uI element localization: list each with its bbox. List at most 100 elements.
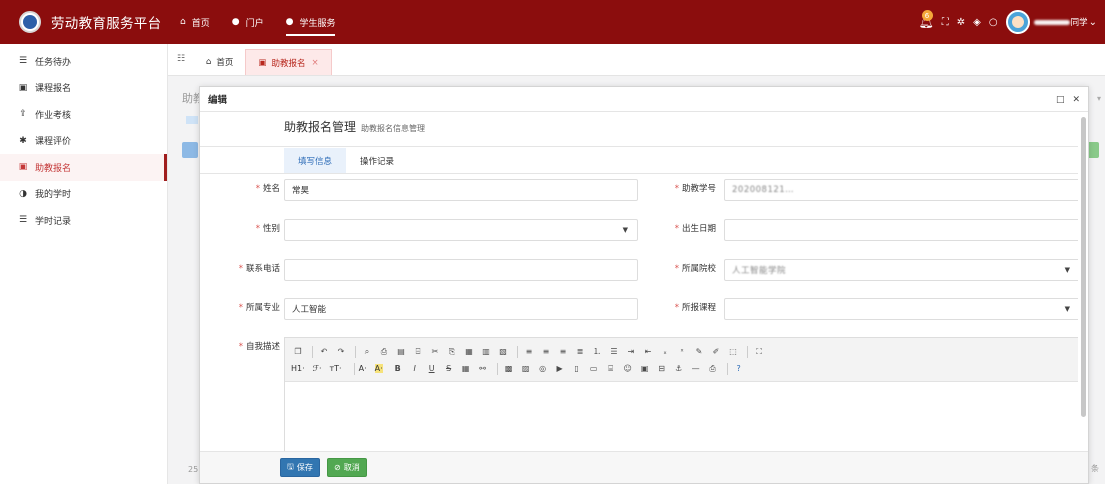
brand[interactable]: 劳动教育服务平台 — [0, 11, 168, 33]
nav-home[interactable]: ⌂ 首页 — [180, 0, 210, 44]
major-label: * 所属专业 — [238, 303, 280, 313]
tab-operation-log[interactable]: 操作记录 — [346, 148, 408, 174]
tab-home[interactable]: ⌂ 首页 — [194, 49, 245, 75]
subscript-icon[interactable]: ₓ — [658, 346, 672, 358]
sidebar-toggle-icon[interactable]: ☷ — [168, 43, 194, 75]
sidebar-item-my-hours[interactable]: ◑ 我的学时 — [0, 181, 167, 208]
font-family-dropdown[interactable]: ℱ· — [313, 364, 322, 373]
copy-icon[interactable]: ⎘ — [445, 346, 459, 358]
app-title: 劳动教育服务平台 — [51, 16, 162, 32]
bell-icon[interactable]: 🔔︎ 6 — [919, 10, 934, 29]
bullet-list-icon[interactable]: ☰ — [607, 346, 621, 358]
redo-icon[interactable]: ↷ — [334, 346, 348, 358]
birth-date-field[interactable] — [724, 219, 1078, 241]
top-nav: ⌂ 首页 ● 门户 ● 学生服务 — [180, 0, 357, 44]
code-icon[interactable]: ⌹ — [411, 346, 425, 358]
strikethrough-icon[interactable]: S — [442, 363, 456, 375]
highlight-dropdown[interactable]: A· — [374, 364, 383, 373]
clear-format-icon[interactable]: ✎ — [692, 346, 706, 358]
emoticon-icon[interactable]: ☺ — [621, 363, 635, 375]
name-field[interactable]: 常昊 — [284, 179, 638, 201]
fullscreen-icon[interactable]: ⛶ — [942, 17, 949, 28]
college-select[interactable]: 人工智能学院 ▼ — [724, 259, 1078, 281]
close-icon[interactable]: × — [311, 58, 318, 68]
undo-icon[interactable]: ↶ — [317, 346, 331, 358]
sidebar-item-homework[interactable]: ⇪ 作业考核 — [0, 101, 167, 128]
horizontal-rule-icon[interactable]: — — [689, 363, 703, 375]
dialog-header[interactable]: 编辑 □ ✕ — [200, 87, 1088, 112]
sidebar-item-tasks[interactable]: ☰ 任务待办 — [0, 48, 167, 75]
insert-code-icon[interactable]: ⌸ — [604, 363, 618, 375]
print-icon[interactable]: ⎙ — [706, 363, 720, 375]
close-icon[interactable]: ✕ — [1072, 95, 1080, 105]
italic-icon[interactable]: I — [408, 363, 422, 375]
link-icon[interactable]: ⚯ — [476, 363, 490, 375]
indent-icon[interactable]: ⇥ — [624, 346, 638, 358]
save-button[interactable]: 🖫︎ 保存 — [280, 458, 320, 477]
align-left-icon[interactable]: ≡ — [522, 346, 536, 358]
paste-icon[interactable]: ▦ — [462, 346, 476, 358]
font-color-dropdown[interactable]: A· — [359, 364, 367, 373]
image-icon[interactable]: ▩ — [502, 363, 516, 375]
source-icon[interactable]: ❐ — [291, 346, 305, 358]
template-icon[interactable]: ▤ — [394, 346, 408, 358]
file-icon[interactable]: ▯ — [570, 363, 584, 375]
translate-icon[interactable]: ✲ — [957, 17, 965, 28]
list-icon: ☰ — [18, 215, 28, 226]
gender-label: * 性别 — [255, 224, 280, 234]
nav-student-service[interactable]: ● 学生服务 — [285, 0, 335, 44]
description-editor[interactable]: ❐ ↶ ↷ ⌕ ⎙ ▤ ⌹ ✂ ⎘ ▦ ▥ ▧ ≡ ≡ ≡ ≣ ⒈ ☰ ⇥ ⇤ … — [284, 337, 1078, 451]
bold-icon[interactable]: B — [391, 363, 405, 375]
map-icon[interactable]: ▭ — [587, 363, 601, 375]
theme-icon[interactable]: ◈ — [973, 17, 981, 28]
anchor-icon[interactable]: ⚓ — [672, 363, 686, 375]
sidebar-item-course-review[interactable]: ✱ 课程评价 — [0, 128, 167, 155]
sidebar-item-assistant-signup[interactable]: ▣ 助教报名 — [0, 154, 167, 181]
align-right-icon[interactable]: ≡ — [556, 346, 570, 358]
superscript-icon[interactable]: ˣ — [675, 346, 689, 358]
tab-fill-info[interactable]: 填写信息 — [284, 148, 347, 174]
course-select[interactable]: ▼ — [724, 298, 1078, 320]
help-icon[interactable]: ? — [732, 363, 746, 375]
avatar[interactable] — [1005, 10, 1030, 34]
dialog-scrollbar[interactable] — [1081, 117, 1086, 417]
toolbar-row: ❐ ↶ ↷ ⌕ ⎙ ▤ ⌹ ✂ ⎘ ▦ ▥ ▧ ≡ ≡ ≡ ≣ ⒈ ☰ ⇥ ⇤ … — [291, 343, 1073, 360]
sidebar-item-hour-records[interactable]: ☰ 学时记录 — [0, 207, 167, 234]
tab-assistant-signup[interactable]: ▣ 助教报名 × — [245, 49, 332, 75]
cut-icon[interactable]: ✂ — [428, 346, 442, 358]
phone-field[interactable] — [284, 259, 638, 281]
list-icon: ☰ — [18, 56, 28, 67]
save-icon: 🖫︎ — [287, 461, 294, 471]
baidu-map-icon[interactable]: ▣ — [638, 363, 652, 375]
refresh-icon[interactable]: ○ — [989, 17, 998, 28]
table-icon[interactable]: ▦ — [459, 363, 473, 375]
font-size-dropdown[interactable]: тT· — [330, 364, 342, 373]
outdent-icon[interactable]: ⇤ — [641, 346, 655, 358]
preview-icon[interactable]: ⌕ — [360, 346, 374, 358]
user-name[interactable]: 同学 — [1071, 16, 1088, 28]
format-brush-icon[interactable]: ✐ — [709, 346, 723, 358]
maximize-icon[interactable]: □ — [1056, 95, 1065, 105]
major-field[interactable]: 人工智能 — [284, 298, 638, 320]
fullscreen-icon[interactable]: ⛶ — [752, 346, 766, 358]
ordered-list-icon[interactable]: ⒈ — [590, 346, 604, 358]
description-label: * 自我描述 — [238, 342, 280, 352]
sidebar-item-course-signup[interactable]: ▣ 课程报名 — [0, 75, 167, 102]
align-center-icon[interactable]: ≡ — [539, 346, 553, 358]
justify-icon[interactable]: ≣ — [573, 346, 587, 358]
paste-text-icon[interactable]: ▥ — [479, 346, 493, 358]
cancel-button[interactable]: ⊘ 取消 — [327, 458, 367, 477]
assistant-id-field[interactable]: 202008121… — [724, 179, 1078, 201]
chevron-down-icon[interactable]: ⌄ — [1089, 17, 1097, 28]
paste-word-icon[interactable]: ▧ — [496, 346, 510, 358]
page-break-icon[interactable]: ⊟ — [655, 363, 669, 375]
gender-select[interactable]: ▼ — [284, 219, 638, 241]
print-icon[interactable]: ⎙ — [377, 346, 391, 358]
media-icon[interactable]: ▶ — [553, 363, 567, 375]
select-all-icon[interactable]: ⬚ — [726, 346, 740, 358]
flash-icon[interactable]: ◎ — [536, 363, 550, 375]
underline-icon[interactable]: U — [425, 363, 439, 375]
nav-portal[interactable]: ● 门户 — [232, 0, 264, 44]
multi-image-icon[interactable]: ▨ — [519, 363, 533, 375]
heading-dropdown[interactable]: H1· — [291, 364, 305, 373]
